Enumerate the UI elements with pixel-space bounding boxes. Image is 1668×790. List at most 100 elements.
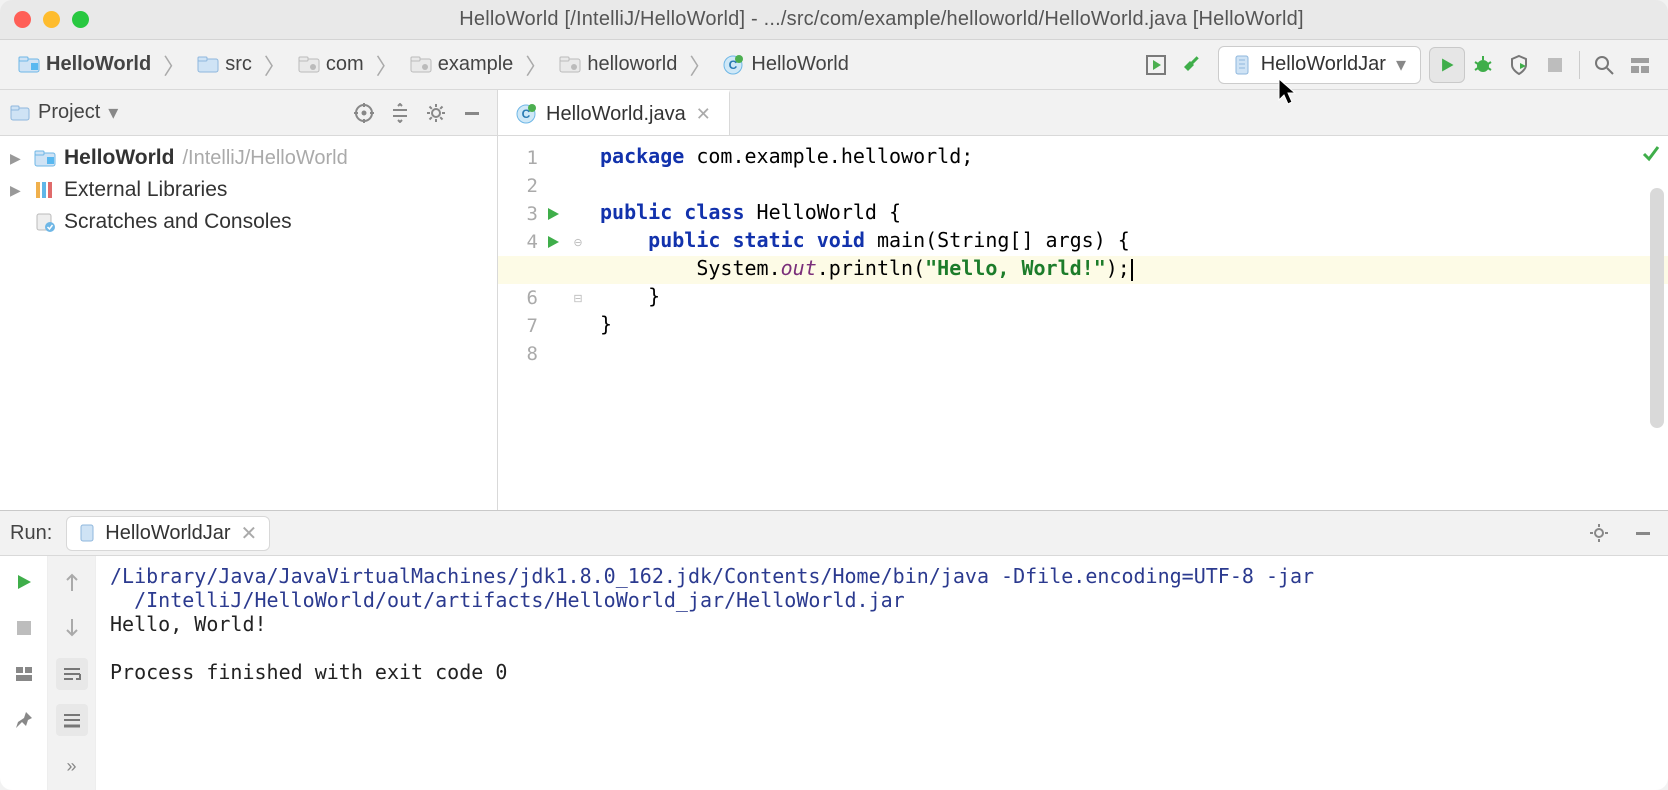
maximize-window-button[interactable] xyxy=(72,11,89,28)
module-icon xyxy=(18,55,40,75)
breadcrumb-item-example[interactable]: example xyxy=(402,49,522,80)
coverage-button[interactable] xyxy=(1501,47,1537,83)
breadcrumb-separator: 〉 xyxy=(161,49,187,81)
editor-tabbar: C HelloWorld.java ✕ xyxy=(498,90,1668,136)
project-icon xyxy=(10,104,30,122)
expand-all-icon[interactable] xyxy=(385,98,415,128)
jar-icon xyxy=(1233,54,1251,76)
locate-icon[interactable] xyxy=(349,98,379,128)
project-tree[interactable]: ▶HelloWorld /IntelliJ/HelloWorld▶Externa… xyxy=(0,136,497,244)
expand-triangle-icon[interactable]: ▶ xyxy=(10,182,26,199)
editor-gutter[interactable]: 1234⊖56⊟78 xyxy=(498,136,594,510)
gutter-line[interactable]: 2 xyxy=(498,172,594,200)
tab-label: HelloWorld.java xyxy=(546,103,686,126)
console-output[interactable]: /Library/Java/JavaVirtualMachines/jdk1.8… xyxy=(96,556,1668,790)
line-number: 7 xyxy=(498,315,538,337)
expand-triangle-icon[interactable]: ▶ xyxy=(10,150,26,167)
up-arrow-icon[interactable] xyxy=(56,566,88,598)
tab-helloworld[interactable]: C HelloWorld.java ✕ xyxy=(498,90,730,135)
class-icon: C xyxy=(516,104,536,124)
stop-run-button[interactable] xyxy=(8,612,40,644)
class-icon: C xyxy=(723,55,745,75)
settings-gear-icon[interactable] xyxy=(421,98,451,128)
close-icon[interactable]: ✕ xyxy=(240,521,257,546)
tree-item-external-libraries[interactable]: ▶External Libraries xyxy=(4,174,493,206)
gutter-line[interactable]: 3 xyxy=(498,200,594,228)
scroll-to-end-icon[interactable] xyxy=(56,704,88,736)
rerun-button[interactable] xyxy=(8,566,40,598)
close-window-button[interactable] xyxy=(14,11,31,28)
hide-run-panel-icon[interactable] xyxy=(1628,518,1658,548)
code-line[interactable]: public static void main(String[] args) { xyxy=(600,228,1658,256)
line-number: 2 xyxy=(498,175,538,197)
line-number: 6 xyxy=(498,287,538,309)
more-icon[interactable]: » xyxy=(56,750,88,782)
code-line[interactable]: System.out.println("Hello, World!"); xyxy=(498,256,1668,284)
stop-button[interactable] xyxy=(1537,47,1573,83)
layout-icon[interactable] xyxy=(8,658,40,690)
ide-window: HelloWorld [/IntelliJ/HelloWorld] - .../… xyxy=(0,0,1668,790)
run-console-toolbar: » xyxy=(48,556,96,790)
run-button[interactable] xyxy=(1429,47,1465,83)
chevron-down-icon: ▾ xyxy=(1396,52,1406,77)
fold-end-icon[interactable]: ⊟ xyxy=(568,292,588,305)
code-line[interactable] xyxy=(600,172,1658,200)
down-arrow-icon[interactable] xyxy=(56,612,88,644)
gutter-line[interactable]: 4⊖ xyxy=(498,228,594,256)
project-structure-button[interactable] xyxy=(1622,47,1658,83)
gutter-line[interactable]: 1 xyxy=(498,144,594,172)
soft-wrap-icon[interactable] xyxy=(56,658,88,690)
gutter-line[interactable]: 7 xyxy=(498,312,594,340)
analysis-ok-icon[interactable] xyxy=(1642,144,1660,162)
run-target-icon[interactable] xyxy=(1138,47,1174,83)
titlebar: HelloWorld [/IntelliJ/HelloWorld] - .../… xyxy=(0,0,1668,40)
code-editor[interactable]: 1234⊖56⊟78 package com.example.helloworl… xyxy=(498,136,1668,510)
package-icon xyxy=(410,55,432,75)
gutter-line[interactable]: 8 xyxy=(498,340,594,368)
search-everywhere-button[interactable] xyxy=(1586,47,1622,83)
build-icon[interactable] xyxy=(1174,47,1210,83)
code-line[interactable]: } xyxy=(600,312,1658,340)
code-content[interactable]: package com.example.helloworld; public cl… xyxy=(594,136,1668,510)
run-gutter-icon[interactable] xyxy=(538,235,568,249)
run-configuration-label: HelloWorldJar xyxy=(1261,53,1386,76)
run-configuration-selector[interactable]: HelloWorldJar ▾ xyxy=(1218,46,1421,84)
breadcrumb-item-helloworld[interactable]: helloworld xyxy=(551,49,685,80)
breadcrumb-separator: 〉 xyxy=(262,49,288,81)
breadcrumb-separator: 〉 xyxy=(374,49,400,81)
tree-label: HelloWorld xyxy=(64,146,174,170)
module-icon xyxy=(34,149,56,167)
code-line[interactable] xyxy=(600,340,1658,368)
package-icon xyxy=(559,55,581,75)
gutter-line[interactable]: 6⊟ xyxy=(498,284,594,312)
code-line[interactable]: } xyxy=(600,284,1658,312)
run-panel-tab[interactable]: HelloWorldJar ✕ xyxy=(66,516,270,551)
scrollbar-thumb[interactable] xyxy=(1650,188,1664,428)
project-sidebar: Project ▾ ▶HelloWorld /IntelliJ/HelloWor… xyxy=(0,90,498,510)
editor-scrollbar[interactable] xyxy=(1648,182,1666,510)
tree-item-helloworld[interactable]: ▶HelloWorld /IntelliJ/HelloWorld xyxy=(4,142,493,174)
minimize-window-button[interactable] xyxy=(43,11,60,28)
breadcrumb-item-helloworld[interactable]: CHelloWorld xyxy=(715,49,856,80)
code-line[interactable]: package com.example.helloworld; xyxy=(600,144,1658,172)
project-tool-title[interactable]: Project ▾ xyxy=(10,100,118,125)
hide-panel-icon[interactable] xyxy=(457,98,487,128)
fold-start-icon[interactable]: ⊖ xyxy=(568,236,588,249)
run-gutter-icon[interactable] xyxy=(538,207,568,221)
debug-button[interactable] xyxy=(1465,47,1501,83)
code-line[interactable]: public class HelloWorld { xyxy=(600,200,1658,228)
close-tab-icon[interactable]: ✕ xyxy=(696,104,711,125)
scratch-icon xyxy=(34,212,56,232)
pin-icon[interactable] xyxy=(8,704,40,736)
tree-item-scratches-and-consoles[interactable]: Scratches and Consoles xyxy=(4,206,493,238)
breadcrumb-label: src xyxy=(225,53,252,76)
libs-icon xyxy=(34,180,56,200)
run-settings-gear-icon[interactable] xyxy=(1584,518,1614,548)
breadcrumb-item-com[interactable]: com xyxy=(290,49,372,80)
package-icon xyxy=(298,55,320,75)
breadcrumb-item-helloworld[interactable]: HelloWorld xyxy=(10,49,159,80)
window-controls xyxy=(14,11,89,28)
line-number: 3 xyxy=(498,203,538,225)
toolbar-divider xyxy=(1579,51,1580,79)
breadcrumb-item-src[interactable]: src xyxy=(189,49,260,80)
